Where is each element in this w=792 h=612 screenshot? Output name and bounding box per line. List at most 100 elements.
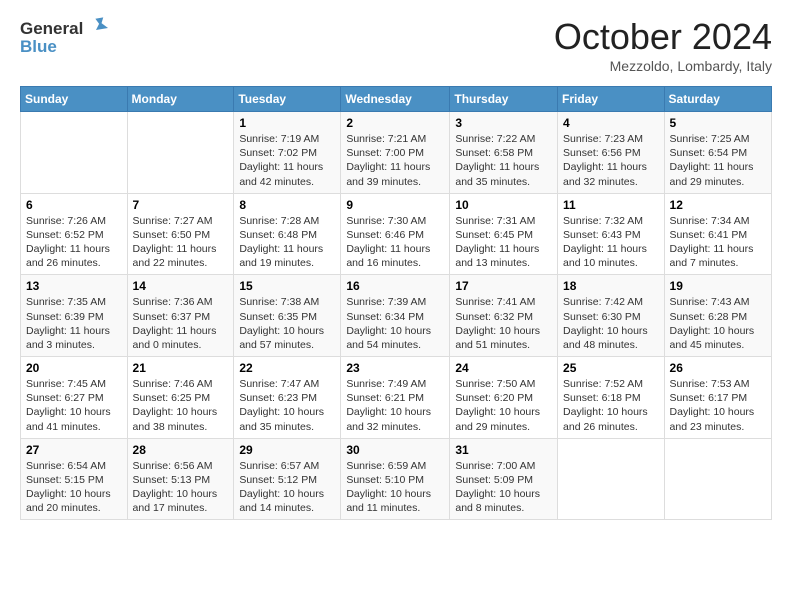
day-number: 8 <box>239 198 335 212</box>
calendar-cell: 13Sunrise: 7:35 AM Sunset: 6:39 PM Dayli… <box>21 275 128 357</box>
calendar-cell: 10 Sunrise: 7:31 AM Sunset: 6:45 PM Dayli… <box>450 193 558 275</box>
day-number: 4 <box>563 116 659 130</box>
day-number: 6 <box>26 198 122 212</box>
calendar-cell: 5 Sunrise: 7:25 AM Sunset: 6:54 PM Daylig… <box>664 112 771 194</box>
calendar-cell: 4 Sunrise: 7:23 AM Sunset: 6:56 PM Daylig… <box>558 112 665 194</box>
svg-text:General: General <box>20 19 83 38</box>
location: Mezzoldo, Lombardy, Italy <box>554 58 772 74</box>
day-number: 16 <box>346 279 444 293</box>
calendar-cell: 12Sunrise: 7:34 AM Sunset: 6:41 PM Dayli… <box>664 193 771 275</box>
logo: General Blue <box>20 16 110 60</box>
day-info: Sunrise: 7:50 AM Sunset: 6:20 PM Dayligh… <box>455 377 552 434</box>
day-info: Sunrise: 7:35 AM Sunset: 6:39 PM Dayligh… <box>26 295 122 352</box>
calendar-cell: 20 Sunrise: 7:45 AM Sunset: 6:27 PM Dayli… <box>21 357 128 439</box>
weekday-header-thursday: Thursday <box>450 87 558 112</box>
day-info: Sunrise: 7:53 AM Sunset: 6:17 PM Dayligh… <box>670 377 766 434</box>
day-number: 22 <box>239 361 335 375</box>
calendar-cell: 22Sunrise: 7:47 AM Sunset: 6:23 PM Dayli… <box>234 357 341 439</box>
calendar-cell: 9 Sunrise: 7:30 AM Sunset: 6:46 PM Daylig… <box>341 193 450 275</box>
calendar-cell: 24 Sunrise: 7:50 AM Sunset: 6:20 PM Dayli… <box>450 357 558 439</box>
day-info: Sunrise: 7:49 AM Sunset: 6:21 PM Dayligh… <box>346 377 444 434</box>
weekday-header-monday: Monday <box>127 87 234 112</box>
day-number: 10 <box>455 198 552 212</box>
weekday-header-friday: Friday <box>558 87 665 112</box>
calendar-cell: 23 Sunrise: 7:49 AM Sunset: 6:21 PM Dayli… <box>341 357 450 439</box>
day-info: Sunrise: 6:54 AM Sunset: 5:15 PM Dayligh… <box>26 459 122 516</box>
day-info: Sunrise: 7:19 AM Sunset: 7:02 PM Dayligh… <box>239 132 335 189</box>
day-info: Sunrise: 7:21 AM Sunset: 7:00 PM Dayligh… <box>346 132 444 189</box>
day-number: 29 <box>239 443 335 457</box>
day-number: 17 <box>455 279 552 293</box>
day-number: 20 <box>26 361 122 375</box>
day-number: 26 <box>670 361 766 375</box>
day-info: Sunrise: 7:28 AM Sunset: 6:48 PM Dayligh… <box>239 214 335 271</box>
day-info: Sunrise: 6:56 AM Sunset: 5:13 PM Dayligh… <box>133 459 229 516</box>
day-info: Sunrise: 7:23 AM Sunset: 6:56 PM Dayligh… <box>563 132 659 189</box>
calendar-cell: 28 Sunrise: 6:56 AM Sunset: 5:13 PM Dayli… <box>127 438 234 520</box>
calendar-cell <box>21 112 128 194</box>
day-info: Sunrise: 7:38 AM Sunset: 6:35 PM Dayligh… <box>239 295 335 352</box>
day-info: Sunrise: 7:41 AM Sunset: 6:32 PM Dayligh… <box>455 295 552 352</box>
day-info: Sunrise: 7:46 AM Sunset: 6:25 PM Dayligh… <box>133 377 229 434</box>
calendar-cell: 17 Sunrise: 7:41 AM Sunset: 6:32 PM Dayli… <box>450 275 558 357</box>
day-info: Sunrise: 7:22 AM Sunset: 6:58 PM Dayligh… <box>455 132 552 189</box>
calendar-cell: 29 Sunrise: 6:57 AM Sunset: 5:12 PM Dayli… <box>234 438 341 520</box>
calendar-cell: 1 Sunrise: 7:19 AM Sunset: 7:02 PM Daylig… <box>234 112 341 194</box>
weekday-header-wednesday: Wednesday <box>341 87 450 112</box>
day-info: Sunrise: 7:30 AM Sunset: 6:46 PM Dayligh… <box>346 214 444 271</box>
day-info: Sunrise: 7:45 AM Sunset: 6:27 PM Dayligh… <box>26 377 122 434</box>
day-info: Sunrise: 7:31 AM Sunset: 6:45 PM Dayligh… <box>455 214 552 271</box>
svg-text:Blue: Blue <box>20 37 57 56</box>
day-number: 3 <box>455 116 552 130</box>
day-info: Sunrise: 7:25 AM Sunset: 6:54 PM Dayligh… <box>670 132 766 189</box>
day-info: Sunrise: 7:36 AM Sunset: 6:37 PM Dayligh… <box>133 295 229 352</box>
calendar-cell <box>664 438 771 520</box>
calendar-cell: 15 Sunrise: 7:38 AM Sunset: 6:35 PM Dayli… <box>234 275 341 357</box>
day-info: Sunrise: 7:32 AM Sunset: 6:43 PM Dayligh… <box>563 214 659 271</box>
calendar-cell: 11 Sunrise: 7:32 AM Sunset: 6:43 PM Dayli… <box>558 193 665 275</box>
day-number: 25 <box>563 361 659 375</box>
day-number: 11 <box>563 198 659 212</box>
day-number: 27 <box>26 443 122 457</box>
calendar-cell: 3 Sunrise: 7:22 AM Sunset: 6:58 PM Daylig… <box>450 112 558 194</box>
day-info: Sunrise: 7:27 AM Sunset: 6:50 PM Dayligh… <box>133 214 229 271</box>
day-number: 9 <box>346 198 444 212</box>
day-number: 1 <box>239 116 335 130</box>
header: General Blue October 2024 Mezzoldo, Lomb… <box>20 16 772 74</box>
day-number: 7 <box>133 198 229 212</box>
day-number: 14 <box>133 279 229 293</box>
day-number: 31 <box>455 443 552 457</box>
day-number: 15 <box>239 279 335 293</box>
day-number: 28 <box>133 443 229 457</box>
day-info: Sunrise: 7:52 AM Sunset: 6:18 PM Dayligh… <box>563 377 659 434</box>
calendar-cell: 25 Sunrise: 7:52 AM Sunset: 6:18 PM Dayli… <box>558 357 665 439</box>
calendar-cell: 19Sunrise: 7:43 AM Sunset: 6:28 PM Dayli… <box>664 275 771 357</box>
day-number: 2 <box>346 116 444 130</box>
weekday-header-sunday: Sunday <box>21 87 128 112</box>
calendar-cell <box>558 438 665 520</box>
calendar-cell: 16 Sunrise: 7:39 AM Sunset: 6:34 PM Dayli… <box>341 275 450 357</box>
day-number: 18 <box>563 279 659 293</box>
calendar-cell: 14 Sunrise: 7:36 AM Sunset: 6:37 PM Dayli… <box>127 275 234 357</box>
calendar-cell: 18 Sunrise: 7:42 AM Sunset: 6:30 PM Dayli… <box>558 275 665 357</box>
day-number: 5 <box>670 116 766 130</box>
day-info: Sunrise: 7:43 AM Sunset: 6:28 PM Dayligh… <box>670 295 766 352</box>
day-number: 24 <box>455 361 552 375</box>
title-block: October 2024 Mezzoldo, Lombardy, Italy <box>554 16 772 74</box>
weekday-header-tuesday: Tuesday <box>234 87 341 112</box>
calendar-cell: 27 Sunrise: 6:54 AM Sunset: 5:15 PM Dayli… <box>21 438 128 520</box>
day-info: Sunrise: 7:39 AM Sunset: 6:34 PM Dayligh… <box>346 295 444 352</box>
day-number: 21 <box>133 361 229 375</box>
day-info: Sunrise: 6:59 AM Sunset: 5:10 PM Dayligh… <box>346 459 444 516</box>
month-title: October 2024 <box>554 16 772 58</box>
day-info: Sunrise: 7:26 AM Sunset: 6:52 PM Dayligh… <box>26 214 122 271</box>
calendar-cell: 30Sunrise: 6:59 AM Sunset: 5:10 PM Dayli… <box>341 438 450 520</box>
calendar-cell: 6 Sunrise: 7:26 AM Sunset: 6:52 PM Daylig… <box>21 193 128 275</box>
day-number: 23 <box>346 361 444 375</box>
calendar-cell: 31Sunrise: 7:00 AM Sunset: 5:09 PM Dayli… <box>450 438 558 520</box>
day-info: Sunrise: 7:42 AM Sunset: 6:30 PM Dayligh… <box>563 295 659 352</box>
page: General Blue October 2024 Mezzoldo, Lomb… <box>0 0 792 612</box>
calendar: SundayMondayTuesdayWednesdayThursdayFrid… <box>20 86 772 520</box>
day-info: Sunrise: 6:57 AM Sunset: 5:12 PM Dayligh… <box>239 459 335 516</box>
calendar-cell: 2 Sunrise: 7:21 AM Sunset: 7:00 PM Daylig… <box>341 112 450 194</box>
